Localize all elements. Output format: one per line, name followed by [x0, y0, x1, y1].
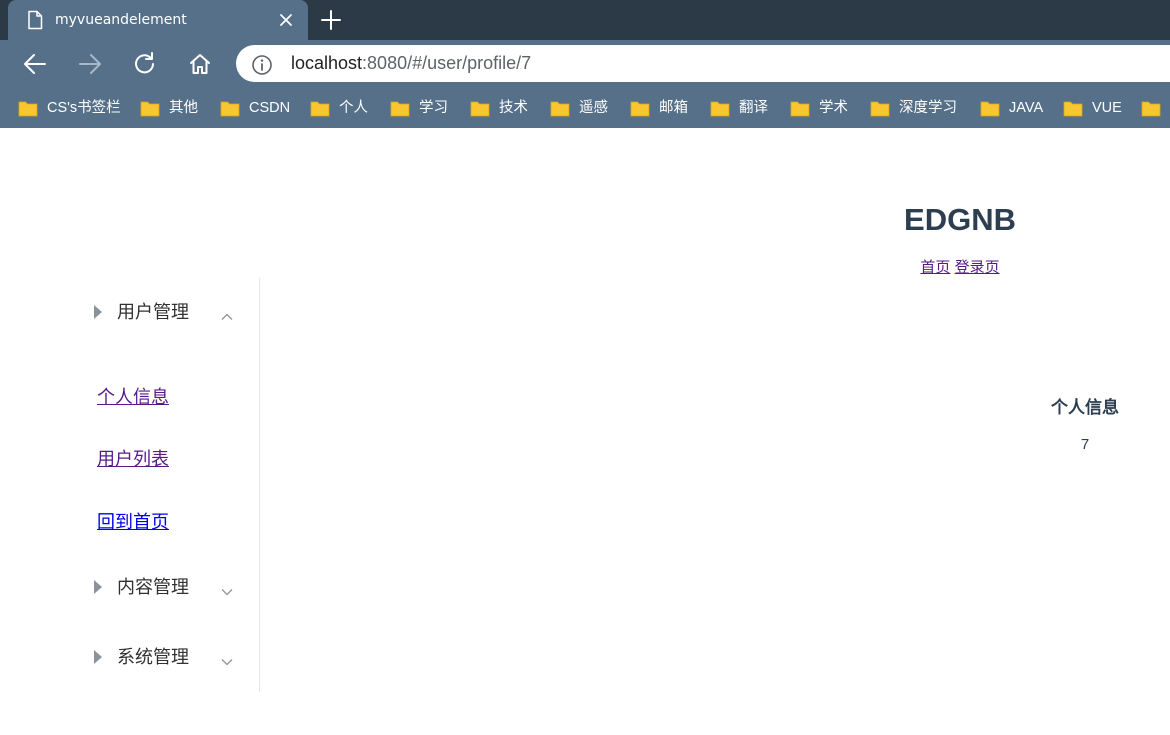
back-icon[interactable] — [21, 50, 49, 78]
reload-icon[interactable] — [131, 50, 159, 78]
chevron-down-icon — [220, 651, 234, 672]
bookmark-label: CSDN — [249, 100, 291, 116]
address-bar[interactable]: localhost:8080/#/user/profile/7 — [236, 45, 1170, 82]
menu-group-content-management[interactable]: 内容管理 — [60, 559, 259, 615]
caret-right-icon — [93, 579, 103, 600]
home-link[interactable]: 首页 — [920, 259, 950, 276]
folder-icon — [870, 101, 890, 117]
bookmark-label: CS's书签栏 — [47, 100, 121, 116]
caret-right-icon — [93, 649, 103, 670]
folder-icon — [18, 101, 38, 117]
bookmark-folder-overflow[interactable] — [1141, 96, 1170, 120]
top-nav: 首页 登录页 — [870, 258, 1050, 278]
bookmark-label: 遥感 — [579, 100, 608, 116]
tab-title: myvueandelement — [55, 12, 187, 28]
bookmark-label: 其他 — [169, 100, 198, 116]
tab-strip: myvueandelement — [0, 0, 1170, 40]
info-icon[interactable] — [251, 53, 273, 75]
folder-icon — [550, 101, 570, 117]
menu-item-profile[interactable]: 个人信息 — [97, 384, 169, 410]
url-text: localhost:8080/#/user/profile/7 — [291, 45, 531, 82]
browser-toolbar: localhost:8080/#/user/profile/7 — [0, 40, 1170, 88]
folder-icon — [1063, 101, 1083, 117]
bookmark-label: 邮箱 — [659, 100, 688, 116]
folder-icon — [980, 101, 1000, 117]
page-title: EDGNB — [904, 202, 1016, 237]
menu-group-label: 系统管理 — [117, 647, 189, 667]
sidebar-menu: 用户管理 个人信息 用户列表 回到首页 内容管理 系统管理 — [60, 278, 260, 692]
menu-group-label: 内容管理 — [117, 577, 189, 597]
profile-heading: 个人信息 — [1051, 398, 1119, 417]
bookmark-label: 技术 — [499, 100, 528, 116]
menu-item-user-list[interactable]: 用户列表 — [97, 446, 169, 472]
folder-icon — [470, 101, 490, 117]
new-tab-icon[interactable] — [318, 7, 344, 33]
chevron-down-icon — [220, 581, 234, 602]
bookmark-label: 学习 — [419, 100, 448, 116]
close-icon[interactable] — [276, 10, 296, 30]
bookmark-label: VUE — [1092, 100, 1122, 116]
bookmark-label: 翻译 — [739, 100, 768, 116]
bookmark-label: 个人 — [339, 100, 368, 116]
page-icon — [26, 10, 44, 30]
bookmark-label: JAVA — [1009, 100, 1044, 116]
chevron-up-icon — [220, 306, 234, 327]
menu-item-back-home[interactable]: 回到首页 — [97, 509, 169, 535]
folder-icon — [790, 101, 810, 117]
url-path: :8080/#/user/profile/7 — [362, 53, 532, 73]
login-link[interactable]: 登录页 — [955, 259, 1000, 276]
forward-icon[interactable] — [76, 50, 104, 78]
folder-icon — [630, 101, 650, 117]
menu-group-user-management[interactable]: 用户管理 — [60, 284, 259, 340]
menu-group-system-management[interactable]: 系统管理 — [60, 629, 259, 685]
home-icon[interactable] — [186, 50, 214, 78]
url-host: localhost — [291, 53, 363, 73]
browser-tab[interactable]: myvueandelement — [8, 0, 308, 40]
folder-icon — [220, 101, 240, 117]
bookmarks-bar: CS's书签栏 其他 CSDN 个人 学习 技术 遥感 邮箱 翻译 学术 深度学… — [0, 88, 1170, 128]
caret-right-icon — [93, 304, 103, 325]
folder-icon — [390, 101, 410, 117]
folder-icon — [710, 101, 730, 117]
user-id-value: 7 — [1080, 436, 1090, 453]
folder-icon — [310, 101, 330, 117]
menu-group-label: 用户管理 — [117, 302, 189, 322]
bookmark-label: 学术 — [819, 100, 848, 116]
bookmark-label: 深度学习 — [899, 100, 957, 116]
folder-icon — [1141, 101, 1161, 117]
folder-icon — [140, 101, 160, 117]
